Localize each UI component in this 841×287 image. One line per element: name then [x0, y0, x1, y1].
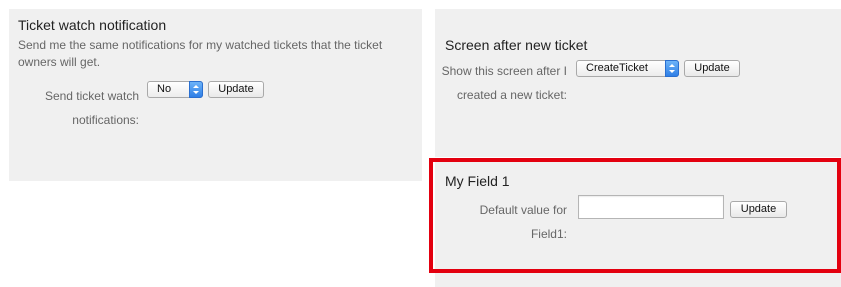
screen-after-select[interactable]: CreateTicket	[576, 60, 679, 77]
select-arrows-icon	[665, 60, 679, 77]
screen-after-select-value: CreateTicket	[586, 62, 648, 74]
ticket-watch-description: Send me the same notifications for my wa…	[18, 38, 383, 69]
screen-after-field-label: Show this screen after I created a new t…	[441, 64, 567, 102]
screen-after-panel: Screen after new ticket Show this screen…	[435, 9, 841, 157]
ticket-watch-field-label: Send ticket watch notifications:	[44, 89, 139, 127]
ticket-watch-select[interactable]: No	[147, 81, 203, 98]
select-arrows-icon	[189, 81, 203, 98]
highlight-frame	[429, 158, 841, 273]
ticket-watch-update-button[interactable]: Update	[208, 81, 264, 98]
ticket-watch-title: Ticket watch notification	[18, 17, 167, 33]
screen-after-title: Screen after new ticket	[445, 37, 588, 53]
ticket-watch-panel: Ticket watch notification Send me the sa…	[9, 9, 422, 181]
ticket-watch-select-value: No	[157, 83, 172, 95]
screen-after-update-button[interactable]: Update	[684, 60, 740, 77]
